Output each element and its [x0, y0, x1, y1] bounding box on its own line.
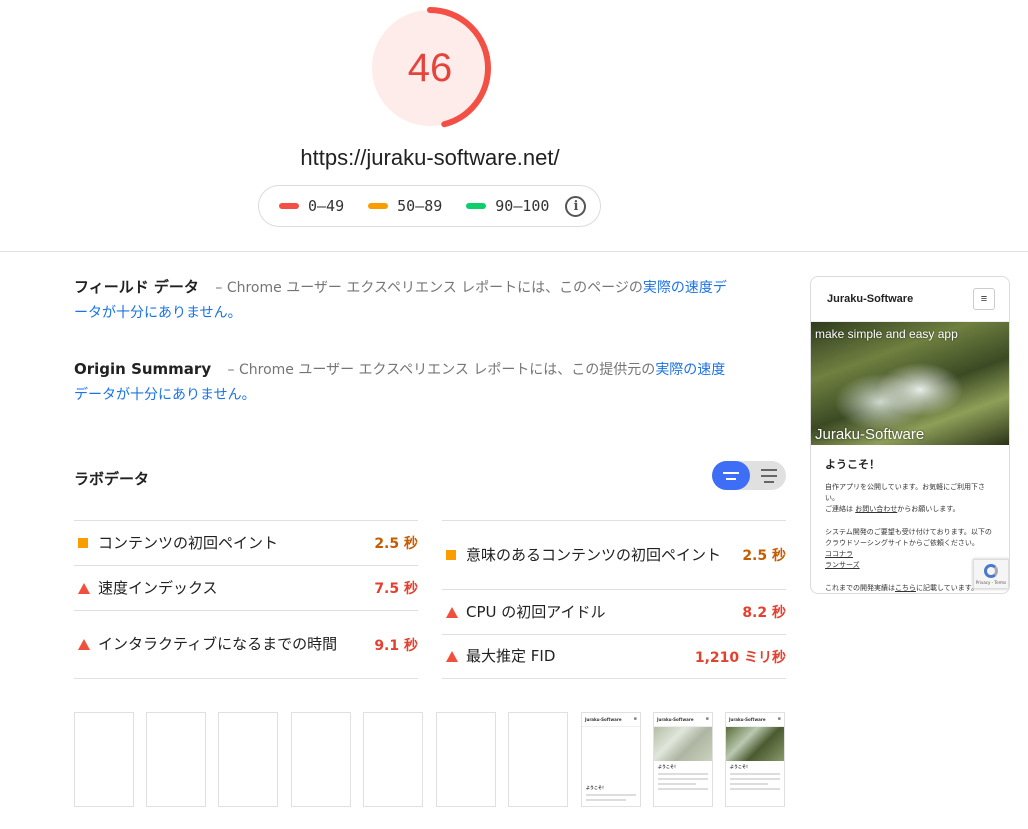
mini-header: Juraku-Software ≡: [654, 713, 712, 727]
page-screenshot-preview: Juraku-Software ≡ make simple and easy a…: [810, 276, 1010, 594]
filmstrip-frame-3: [218, 712, 278, 807]
legend-swatch-orange: [368, 203, 389, 209]
mini-text-line: [658, 773, 708, 775]
metric-label: 意味のあるコンテンツの初回ペイント: [466, 545, 722, 564]
fail-triangle-icon: [446, 651, 466, 662]
preview-site-header: Juraku-Software ≡: [811, 277, 1009, 322]
metric-label: コンテンツの初回ペイント: [98, 533, 279, 552]
legend-item-average: 50–89: [368, 197, 442, 215]
filmstrip-frame-9: Juraku-Software ≡ ようこそ！: [653, 712, 713, 807]
metric-value: 1,210 ミリ秒: [694, 649, 786, 666]
legend-item-pass: 90–100: [466, 197, 549, 215]
preview-paragraph-2: システム開発のご要望も受け付けております。以下のクラウドソーシングサイトからご依…: [825, 528, 992, 569]
fail-triangle-icon: [78, 582, 98, 594]
mini-text-line: [730, 778, 780, 780]
filmstrip-frame-7: [508, 712, 568, 807]
metrics-left-column: コンテンツの初回ペイント 2.5 秒 速度インデックス 7.5 秒 インタラクテ…: [74, 520, 418, 679]
mini-text-line: [586, 794, 636, 796]
filmstrip-frame-8: Juraku-Software ≡ ようこそ！: [581, 712, 641, 807]
mini-header: Juraku-Software ≡: [582, 713, 640, 727]
legend-item-fail: 0–49: [279, 197, 344, 215]
mini-text-line: [658, 778, 708, 780]
field-data-section: フィールド データ – Chrome ユーザー エクスペリエンス レポートには、…: [74, 275, 734, 326]
fail-triangle-icon: [78, 639, 98, 650]
metrics-right-column: 意味のあるコンテンツの初回ペイント 2.5 秒 CPU の初回アイドル 8.2 …: [442, 520, 786, 679]
filmstrip-frame-1: [74, 712, 134, 807]
mini-text-line: [730, 783, 768, 785]
legend-label-pass: 90–100: [495, 197, 550, 215]
recaptcha-badge: Privacy - Terms: [973, 559, 1009, 589]
mini-hero-image: [654, 727, 712, 761]
mini-text-line: [586, 799, 626, 801]
legend-swatch-green: [466, 203, 487, 209]
legend-label-fail: 0–49: [308, 197, 345, 215]
recaptcha-icon: [984, 563, 998, 578]
metric-first-cpu-idle: CPU の初回アイドル 8.2 秒: [442, 589, 786, 634]
preview-paragraph-3: これまでの開発実績はこちらに記載しています。: [825, 584, 979, 592]
metric-label: 速度インデックス: [98, 578, 218, 597]
origin-summary-text: – Chrome ユーザー エクスペリエンス レポートには、この提供元の: [223, 362, 656, 378]
metrics-view-toggle[interactable]: [712, 461, 786, 490]
metric-value: 2.5 秒: [374, 536, 418, 552]
metric-label: インタラクティブになるまでの時間: [98, 635, 338, 653]
fail-triangle-icon: [446, 606, 466, 618]
mini-hero-image: [726, 727, 784, 761]
mini-text-line: [658, 788, 708, 790]
preview-hero-image: make simple and easy app Juraku-Software: [811, 322, 1009, 445]
filmstrip-frame-5: [363, 712, 423, 807]
mini-text-line: [730, 773, 780, 775]
info-icon[interactable]: i: [565, 195, 587, 217]
hamburger-menu-icon: ≡: [973, 288, 995, 310]
origin-summary-section: Origin Summary – Chrome ユーザー エクスペリエンス レポ…: [74, 357, 734, 408]
legend-swatch-red: [279, 203, 299, 209]
average-square-icon: [446, 550, 466, 560]
header-divider: [0, 251, 1028, 252]
score-legend: 0–49 50–89 90–100 i: [258, 185, 601, 227]
metric-label: 最大推定 FID: [466, 647, 556, 665]
compact-view-icon[interactable]: [712, 461, 750, 490]
filmstrip-frame-10: Juraku-Software ≡ ようこそ！: [725, 712, 785, 807]
legend-label-average: 50–89: [397, 197, 443, 215]
preview-tagline: make simple and easy app: [815, 327, 958, 341]
performance-score: 46: [407, 45, 453, 90]
expanded-view-icon[interactable]: [756, 461, 782, 490]
preview-paragraph-1: 自作アプリを公開しています。お気軽にご利用下さい。 ご連絡は お問い合わせからお…: [825, 483, 985, 513]
mini-welcome: ようこそ！: [730, 764, 750, 769]
filmstrip-frame-4: [291, 712, 351, 807]
origin-summary-title: Origin Summary: [74, 360, 212, 378]
field-data-text: – Chrome ユーザー エクスペリエンス レポートには、このページの: [210, 280, 643, 296]
preview-brand: Juraku-Software: [815, 426, 925, 443]
metric-value: 8.2 秒: [742, 605, 786, 621]
mini-text-line: [658, 783, 696, 785]
metric-value: 7.5 秒: [374, 581, 418, 597]
filmstrip-frame-6: [436, 712, 496, 807]
metric-speed-index: 速度インデックス 7.5 秒: [74, 565, 418, 610]
mini-welcome: ようこそ！: [658, 764, 678, 769]
tested-url: https://juraku-software.net/: [300, 145, 560, 170]
preview-site-name: Juraku-Software: [827, 293, 914, 305]
lab-data-title: ラボデータ: [74, 470, 150, 488]
metric-value: 2.5 秒: [742, 548, 786, 564]
metric-first-contentful-paint: コンテンツの初回ペイント 2.5 秒: [74, 520, 418, 565]
metric-first-meaningful-paint: 意味のあるコンテンツの初回ペイント 2.5 秒: [442, 520, 786, 589]
metric-value: 9.1 秒: [374, 637, 418, 654]
mini-welcome: ようこそ！: [586, 785, 606, 790]
metric-label: CPU の初回アイドル: [466, 602, 606, 621]
mini-header: Juraku-Software ≡: [726, 713, 784, 727]
field-data-title: フィールド データ: [74, 278, 199, 296]
average-square-icon: [78, 538, 98, 548]
performance-score-gauge: 46: [369, 7, 491, 129]
metric-max-potential-fid: 最大推定 FID 1,210 ミリ秒: [442, 634, 786, 679]
metric-time-to-interactive: インタラクティブになるまでの時間 9.1 秒: [74, 610, 418, 679]
filmstrip-frame-2: [146, 712, 206, 807]
preview-welcome-heading: ようこそ！: [825, 458, 880, 471]
mini-text-line: [730, 788, 780, 790]
